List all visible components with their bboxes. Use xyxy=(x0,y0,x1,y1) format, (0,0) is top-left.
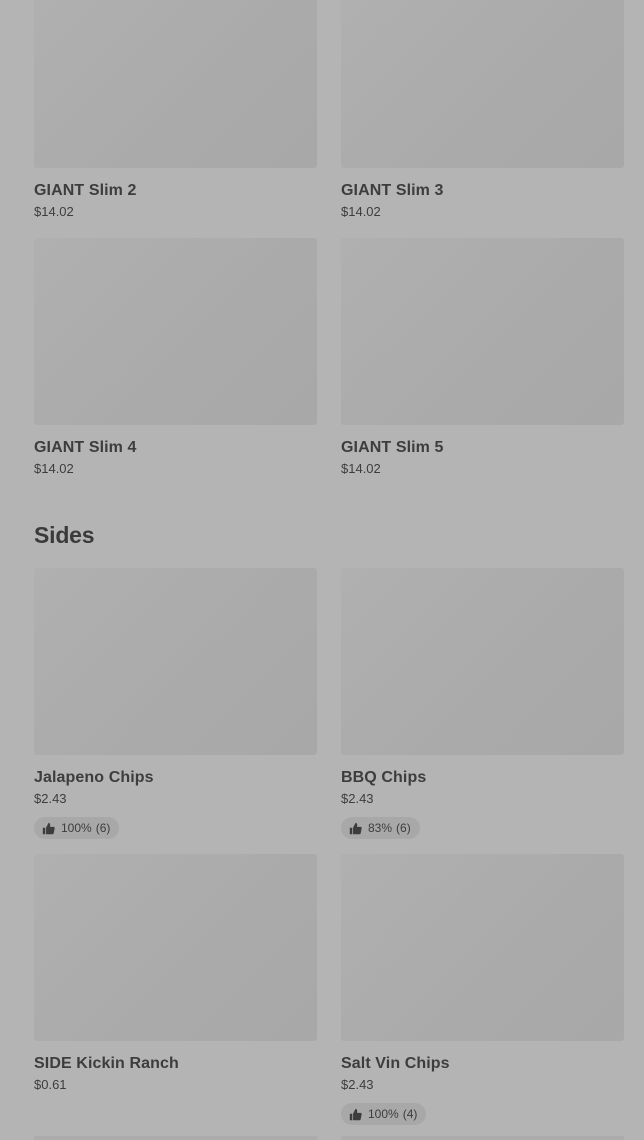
item-image[interactable] xyxy=(34,568,317,755)
item-name: BBQ Chips xyxy=(341,769,427,786)
rating-count: (4) xyxy=(402,1107,418,1121)
item-name: Salt Vin Chips xyxy=(341,1055,450,1072)
item-image[interactable] xyxy=(34,854,317,1041)
item-price: $14.02 xyxy=(34,204,74,219)
thumbs-up-icon xyxy=(349,822,362,834)
item-image[interactable] xyxy=(34,0,317,168)
item-image[interactable] xyxy=(341,0,624,168)
rating-badge: 83% (6) xyxy=(341,817,420,839)
item-image[interactable] xyxy=(34,238,317,425)
menu-item-card[interactable]: GIANT Slim 2 $14.02 xyxy=(34,0,317,220)
item-price: $2.43 xyxy=(341,791,374,806)
item-name: GIANT Slim 2 xyxy=(34,182,137,199)
rating-percent: 100% xyxy=(61,821,92,835)
rating-badge: 100% (6) xyxy=(34,817,120,839)
thumbs-up-icon xyxy=(42,822,55,834)
menu-item-card[interactable]: SIDE Kickin Ranch $0.61 xyxy=(34,854,317,1093)
item-price: $2.43 xyxy=(341,1077,374,1092)
rating-percent: 100% xyxy=(368,1107,399,1121)
thumbs-up-icon xyxy=(349,1108,362,1120)
rating-count: (6) xyxy=(95,821,111,835)
item-image[interactable] xyxy=(341,238,624,425)
menu-item-card[interactable]: BBQ Chips $2.43 83% (6) xyxy=(341,568,624,840)
item-name: SIDE Kickin Ranch xyxy=(34,1055,179,1072)
item-price: $14.02 xyxy=(34,461,74,476)
menu-page: GIANT Slim 2 $14.02 GIANT Slim 3 $14.02 … xyxy=(0,0,644,1140)
item-price: $14.02 xyxy=(341,461,381,476)
menu-item-card[interactable]: GIANT Slim 5 $14.02 xyxy=(341,238,624,477)
next-item-image-edge[interactable] xyxy=(34,1136,317,1140)
item-price: $0.61 xyxy=(34,1077,67,1092)
next-item-image-edge[interactable] xyxy=(341,1136,624,1140)
menu-item-card[interactable]: Salt Vin Chips $2.43 100% (4) xyxy=(341,854,624,1126)
item-name: GIANT Slim 4 xyxy=(34,439,137,456)
menu-item-card[interactable]: GIANT Slim 3 $14.02 xyxy=(341,0,624,220)
section-title-sides: Sides xyxy=(34,522,95,548)
item-image[interactable] xyxy=(341,854,624,1041)
menu-item-card[interactable]: GIANT Slim 4 $14.02 xyxy=(34,238,317,477)
item-name: GIANT Slim 3 xyxy=(341,182,444,199)
rating-count: (6) xyxy=(396,821,411,835)
item-price: $14.02 xyxy=(341,204,381,219)
rating-percent: 83% xyxy=(368,821,393,835)
item-image[interactable] xyxy=(341,568,624,755)
item-name: GIANT Slim 5 xyxy=(341,439,444,456)
item-name: Jalapeno Chips xyxy=(34,769,154,786)
menu-item-card[interactable]: Jalapeno Chips $2.43 100% (6) xyxy=(34,568,317,840)
rating-badge: 100% (4) xyxy=(341,1103,427,1125)
item-price: $2.43 xyxy=(34,791,67,806)
